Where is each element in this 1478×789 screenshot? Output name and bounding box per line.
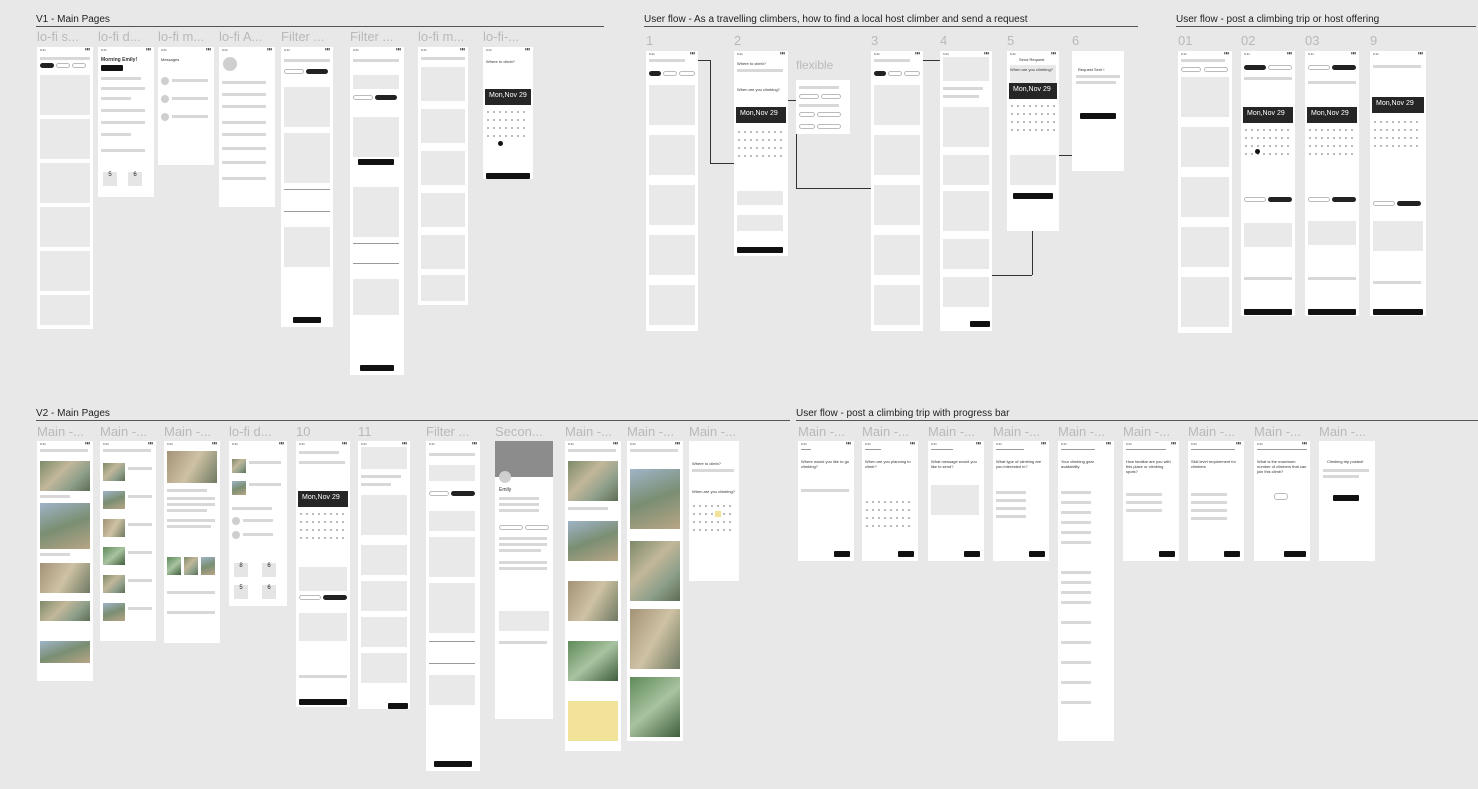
flow-arrow <box>992 275 1032 276</box>
frame-label[interactable]: lo-fi m... <box>158 29 204 44</box>
frame-label[interactable]: 01 <box>1178 33 1192 48</box>
frame-label[interactable]: Main -... <box>798 424 845 439</box>
screen-v2-map-1[interactable] <box>565 441 621 751</box>
screen-v1-filter-1[interactable] <box>281 47 333 327</box>
screen-flow1-4[interactable] <box>940 51 992 331</box>
frame-label[interactable]: 3 <box>871 33 878 48</box>
frame-label[interactable]: 2 <box>734 33 741 48</box>
frame-label[interactable]: lo-fi d... <box>98 29 141 44</box>
frame-label[interactable]: Main -... <box>993 424 1040 439</box>
frame-label[interactable]: Main -... <box>689 424 736 439</box>
screen-v2-explore[interactable] <box>100 441 156 641</box>
screen-v2-home[interactable] <box>37 441 93 681</box>
section-divider <box>36 420 790 421</box>
screen-v2-search[interactable]: Where to climb? When are you climbing? <box>689 441 739 581</box>
screen-flow3-7[interactable]: Skill level requirement for climbers <box>1188 441 1244 561</box>
frame-label[interactable]: Secon... <box>495 424 543 439</box>
section-title-flow1: User flow - As a travelling climbers, ho… <box>644 14 1028 25</box>
screen-flow1-6[interactable]: Request Sent ! <box>1072 51 1124 171</box>
frame-label[interactable]: Main -... <box>1123 424 1170 439</box>
screen-v2-dashboard[interactable]: 8 6 5 6 <box>229 441 287 606</box>
screen-v2-11[interactable] <box>358 441 410 709</box>
frame-label[interactable]: lo-fi A... <box>219 29 262 44</box>
flexible-note: flexible <box>796 58 834 72</box>
screen-flow3-4[interactable]: What type of climbing are you interested… <box>993 441 1049 561</box>
frame-label[interactable]: Main -... <box>1319 424 1366 439</box>
frame-label[interactable]: 4 <box>940 33 947 48</box>
frame-label[interactable]: Main -... <box>164 424 211 439</box>
screen-v2-second[interactable]: Emily <box>495 441 553 719</box>
screen-flow3-9[interactable]: Climbing trip posted! <box>1319 441 1375 561</box>
frame-label[interactable]: 02 <box>1241 33 1255 48</box>
frame-label[interactable]: 10 <box>296 424 310 439</box>
section-title-v1: V1 - Main Pages <box>36 14 110 25</box>
frame-label[interactable]: lo-fi s... <box>37 29 79 44</box>
screen-v2-filter[interactable] <box>426 441 480 771</box>
screen-v1-dashboard[interactable]: Morning Emily! 5 6 <box>98 47 154 197</box>
flow-arrow <box>710 163 736 164</box>
flow-arrow <box>1059 155 1072 156</box>
screen-v1-messages[interactable]: Messages <box>158 47 214 165</box>
screen-flow2-02[interactable]: Mon,Nov 29 <box>1241 51 1295 316</box>
frame-label[interactable]: Filter ... <box>426 424 469 439</box>
frame-label[interactable]: Main -... <box>862 424 909 439</box>
screen-flow1-flexible[interactable] <box>796 80 850 134</box>
frame-label[interactable]: Main -... <box>627 424 674 439</box>
screen-flow1-2[interactable]: Where to climb? When are you climbing? M… <box>734 51 788 256</box>
frame-label[interactable]: Main -... <box>100 424 147 439</box>
screen-flow2-03[interactable]: Mon,Nov 29 <box>1305 51 1359 316</box>
frame-label[interactable]: lo-fi d... <box>229 424 272 439</box>
screen-flow3-2[interactable]: When are you planning to climb? <box>862 441 918 561</box>
frame-label[interactable]: 5 <box>1007 33 1014 48</box>
greeting: Morning Emily! <box>101 57 138 63</box>
section-divider <box>1176 26 1476 27</box>
frame-label[interactable]: 9 <box>1370 33 1377 48</box>
section-title-flow3: User flow - post a climbing trip with pr… <box>796 408 1010 419</box>
screen-flow1-1[interactable] <box>646 51 698 331</box>
screen-v1-map[interactable] <box>418 47 468 305</box>
screen-flow1-3[interactable] <box>871 51 923 331</box>
frame-label[interactable]: 1 <box>646 33 653 48</box>
frame-label[interactable]: Main -... <box>928 424 975 439</box>
screen-flow3-5[interactable]: Your climbing gear availability <box>1058 441 1114 741</box>
frame-label[interactable]: 03 <box>1305 33 1319 48</box>
frame-label[interactable]: 6 <box>1072 33 1079 48</box>
screen-flow2-01[interactable] <box>1178 51 1232 333</box>
frame-label[interactable]: Filter ... <box>281 29 324 44</box>
section-title-v2: V2 - Main Pages <box>36 408 110 419</box>
frame-label[interactable]: lo-fi m... <box>418 29 464 44</box>
flow-arrow <box>796 188 871 189</box>
section-title-flow2: User flow - post a climbing trip or host… <box>1176 14 1380 25</box>
section-divider <box>36 26 604 27</box>
screen-flow2-9[interactable]: Mon,Nov 29 <box>1370 51 1426 316</box>
screen-v1-filter-2[interactable] <box>350 47 404 375</box>
frame-label[interactable]: Main -... <box>565 424 612 439</box>
frame-label[interactable]: lo-fi-... <box>483 29 519 44</box>
screen-flow3-1[interactable]: Where would you like to go climbing? <box>798 441 854 561</box>
screen-v2-map-2[interactable] <box>627 441 683 741</box>
flow-arrow <box>923 60 940 61</box>
frame-label[interactable]: 11 <box>358 424 372 439</box>
frame-label[interactable]: Main -... <box>1188 424 1235 439</box>
screen-v1-account[interactable] <box>219 47 275 207</box>
frame-label[interactable]: Main -... <box>1254 424 1301 439</box>
section-divider <box>796 420 1478 421</box>
frame-label[interactable]: Main -... <box>1058 424 1105 439</box>
screen-v2-10[interactable]: Mon,Nov 29 <box>296 441 350 707</box>
screen-flow3-8[interactable]: What is the maximum number of climbers t… <box>1254 441 1310 561</box>
screen-flow1-5[interactable]: Send Request When are you climbing? Mon,… <box>1007 51 1059 231</box>
screen-v1-home[interactable] <box>37 47 93 329</box>
section-divider <box>644 26 1138 27</box>
screen-v2-detail[interactable] <box>164 441 220 643</box>
frame-label[interactable]: Filter ... <box>350 29 393 44</box>
flow-arrow <box>698 60 710 61</box>
screen-flow3-6[interactable]: How familiar are you with this place or … <box>1123 441 1179 561</box>
screen-v1-date[interactable]: Where to climb? Mon,Nov 29 <box>483 47 533 179</box>
screen-flow3-3[interactable]: What message would you like to send? <box>928 441 984 561</box>
flow-arrow <box>710 60 711 163</box>
flow-arrow <box>788 100 796 101</box>
frame-label[interactable]: Main -... <box>37 424 84 439</box>
